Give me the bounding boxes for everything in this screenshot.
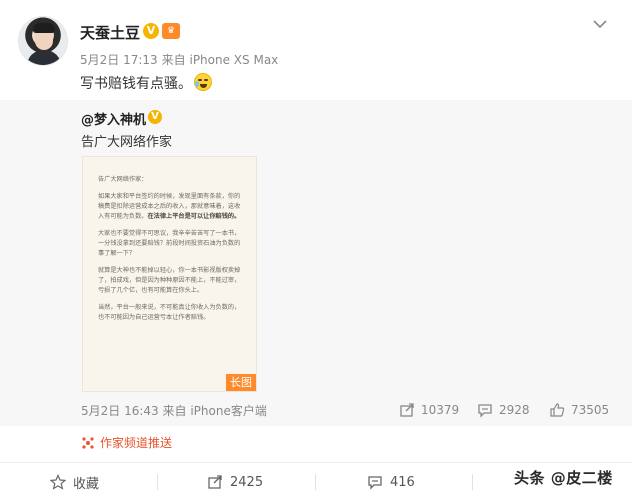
repost-text: 告广大网络作家	[81, 135, 173, 150]
like-thumb-icon	[550, 403, 565, 417]
comment-icon	[368, 476, 382, 490]
push-icon	[82, 436, 94, 449]
long-image-content: 告广大网络作家： 如果大家和平台签约的时候，发现里面有条款，你的稿费是扣除运营成…	[98, 175, 246, 330]
comment-button[interactable]: 416	[367, 473, 415, 491]
comment-icon	[478, 404, 492, 418]
share-icon	[400, 403, 414, 417]
repost-footer: 5月2日 16:43 来自 iPhone客户端 10379 2928 73505	[81, 401, 609, 419]
post-source: 来自 iPhone XS Max	[161, 53, 279, 67]
image-paragraph: 大家也不要觉得不可思议，我辛辛苦苦写了一本书，一分钱没拿到还要赔钱？前段时间投资…	[98, 230, 241, 257]
verified-icon: V	[148, 110, 162, 124]
image-paragraph: 当然，平台一般来说，不可能真让你收入为负数的，也不可能因为自己运营亏本让作者赔钱…	[98, 304, 241, 321]
weibo-card: 天蚕土豆 V ♛ 5月2日 17:13 来自 iPhone XS Max 写书赔钱…	[0, 0, 632, 499]
favorite-button[interactable]: 收藏	[50, 473, 99, 492]
repost-time[interactable]: 5月2日 16:43	[81, 404, 159, 418]
divider	[472, 474, 473, 490]
laugh-cry-emoji-icon	[194, 73, 212, 91]
image-paragraph: 告广大网络作家：	[98, 176, 148, 183]
author-name[interactable]: 天蚕土豆	[80, 22, 140, 43]
member-badge-icon[interactable]: ♛	[162, 23, 180, 39]
channel-push-link[interactable]: 作家频道推送	[81, 434, 172, 451]
image-paragraph: 就算是大神也不能掉以轻心，你一本书影视版权卖掉了，拍成戏，但是因为种种原因不能上…	[98, 267, 241, 294]
avatar[interactable]	[18, 16, 68, 66]
repost-meta: 5月2日 16:43 来自 iPhone客户端	[81, 402, 267, 419]
post-time[interactable]: 5月2日 17:13	[80, 53, 158, 67]
repost-like-count[interactable]: 73505	[549, 401, 609, 419]
divider	[157, 474, 158, 490]
chevron-down-icon[interactable]	[592, 16, 608, 32]
watermark-text: 头条 @皮二楼	[514, 469, 613, 487]
repost-comment-count[interactable]: 2928	[477, 401, 530, 419]
repost-button[interactable]: 2425	[207, 473, 263, 491]
channel-push-label: 作家频道推送	[100, 436, 173, 450]
verified-icon: V	[143, 23, 159, 39]
repost-box: @梦入神机 V 告广大网络作家 告广大网络作家： 如果大家和平台签约的时候，发现…	[0, 100, 632, 426]
divider	[315, 474, 316, 490]
post-meta: 5月2日 17:13 来自 iPhone XS Max	[80, 51, 282, 68]
image-paragraph: 如果大家和平台签约的时候，发现里面有条款，你的稿费是扣除运营成本之后的收入，那就…	[98, 193, 241, 220]
repost-source: 来自 iPhone客户端	[162, 404, 267, 418]
post-text-content: 写书赔钱有点骚。	[80, 76, 192, 92]
post-text: 写书赔钱有点骚。	[80, 73, 212, 93]
long-image-badge: 长图	[226, 374, 256, 391]
repost-share-count[interactable]: 10379	[399, 401, 459, 419]
star-icon	[50, 474, 66, 490]
share-icon	[208, 475, 222, 489]
long-image-thumbnail[interactable]: 告广大网络作家： 如果大家和平台签约的时候，发现里面有条款，你的稿费是扣除运营成…	[82, 156, 257, 392]
repost-author[interactable]: @梦入神机	[81, 109, 146, 128]
